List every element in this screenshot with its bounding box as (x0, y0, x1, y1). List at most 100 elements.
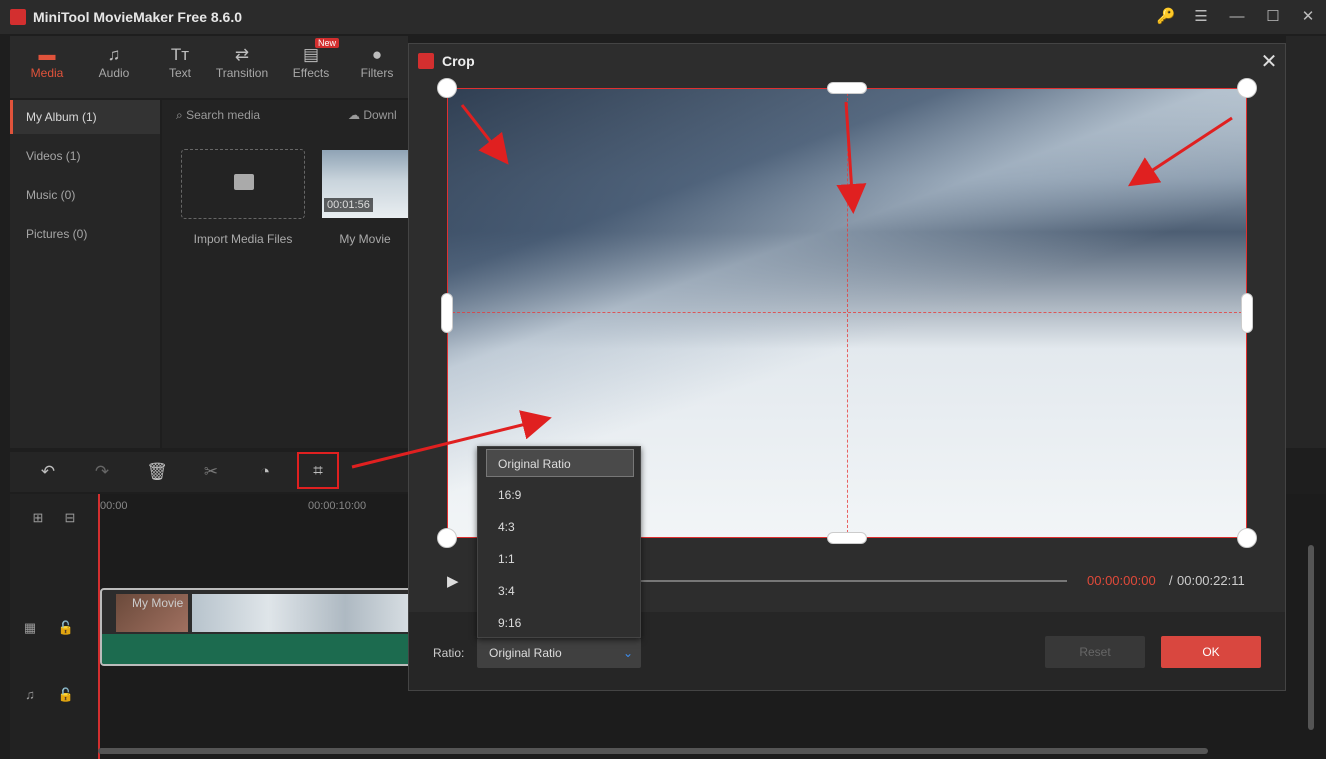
crop-handle-bottom-left[interactable] (437, 528, 457, 548)
playhead[interactable] (98, 494, 100, 759)
track-headers: ⊞ ⊟ ▦ 🔓 ♫ 🔓 (10, 494, 98, 759)
import-media-button[interactable] (181, 149, 305, 219)
key-icon[interactable]: 🔑 (1155, 6, 1177, 28)
timeline-toolbar: ↶ ↷ 🗑 ✂ ◔ ⌗ (10, 452, 408, 492)
tab-label: Transition (215, 66, 269, 80)
tab-media[interactable]: ▬ Media (17, 44, 77, 80)
crop-handle-right[interactable] (1241, 293, 1253, 333)
folder-icon (234, 174, 254, 190)
crop-guide-vertical (847, 88, 848, 538)
tab-text[interactable]: Tт Text (150, 44, 210, 80)
clip-duration: 00:01:56 (324, 198, 373, 212)
tab-label: Text (168, 66, 191, 80)
ruler-label: 00:00:10:00 (308, 500, 367, 512)
crop-icon: ⌗ (313, 461, 323, 480)
sidebar-item-my-album[interactable]: My Album (1) (10, 100, 160, 134)
crop-handle-bottom-right[interactable] (1237, 528, 1257, 548)
close-icon[interactable]: ✕ (1297, 6, 1319, 28)
app-logo-icon (418, 53, 434, 69)
undo-icon[interactable]: ↶ (36, 460, 60, 484)
text-icon: Tт (170, 45, 190, 64)
reset-button[interactable]: Reset (1045, 636, 1145, 668)
ratio-label: Ratio: (433, 646, 465, 660)
download-icon: ☁ (348, 108, 364, 122)
media-thumbnail[interactable]: 00:01:56 (322, 150, 408, 218)
crop-handle-top[interactable] (827, 82, 867, 94)
search-input[interactable]: ⌕ Search media (176, 108, 260, 123)
vertical-scrollbar[interactable] (1308, 545, 1314, 730)
main-toolbar: ▬ Media ♫ Audio Tт Text ⇄ Transition ▤ E… (10, 36, 408, 98)
ratio-option[interactable]: Original Ratio (486, 449, 634, 477)
play-icon[interactable]: ▶ (447, 572, 465, 590)
music-icon: ♫ (25, 687, 35, 702)
app-title: MiniTool MovieMaker Free 8.6.0 (33, 9, 243, 25)
close-icon[interactable]: ✕ (1257, 50, 1281, 74)
clip-frames (192, 594, 418, 632)
filters-icon: ● (371, 45, 383, 64)
current-time: 00:00:00:00 (1087, 573, 1156, 588)
tab-filters[interactable]: ● Filters (347, 44, 407, 80)
sidebar-item-music[interactable]: Music (0) (10, 178, 160, 212)
tab-audio[interactable]: ♫ Audio (84, 44, 144, 80)
tab-effects[interactable]: ▤ Effects New (281, 38, 341, 80)
crop-handle-top-left[interactable] (437, 78, 457, 98)
ratio-dropdown: Original Ratio 16:9 4:3 1:1 3:4 9:16 (477, 446, 641, 638)
import-media-label: Import Media Files (193, 232, 293, 246)
tab-label: Audio (98, 66, 130, 80)
menu-icon[interactable]: ☰ (1190, 6, 1212, 28)
time-separator: / (1169, 573, 1173, 588)
clip-name: My Movie (132, 596, 184, 610)
dialog-title-bar: Crop ✕ (409, 44, 1285, 78)
lock-icon[interactable]: 🔓 (56, 618, 76, 638)
tab-transition[interactable]: ⇄ Transition (212, 44, 272, 80)
properties-panel (1286, 36, 1326, 448)
album-sidebar: My Album (1) Videos (1) Music (0) Pictur… (10, 100, 160, 448)
film-icon: ▦ (23, 620, 37, 635)
remove-track-icon[interactable]: ⊟ (60, 508, 80, 528)
ratio-option[interactable]: 4:3 (486, 513, 634, 541)
new-badge: New (314, 38, 339, 48)
horizontal-scrollbar[interactable] (98, 748, 1208, 754)
ratio-option[interactable]: 1:1 (486, 545, 634, 573)
media-thumbnail-label: My Movie (339, 232, 391, 246)
tab-label: Effects (292, 66, 330, 80)
tab-label: Media (30, 66, 64, 80)
crop-handle-top-right[interactable] (1237, 78, 1257, 98)
ok-button[interactable]: OK (1161, 636, 1261, 668)
dialog-title: Crop (442, 53, 475, 69)
speed-icon[interactable]: ◔ (253, 460, 277, 484)
chevron-down-icon: ⌄ (622, 646, 633, 660)
total-time: 00:00:22:11 (1177, 573, 1245, 588)
ruler-label: 00:00 (100, 500, 128, 512)
playback-progress[interactable] (641, 580, 1067, 582)
ratio-select-value: Original Ratio (489, 646, 562, 660)
tab-label: Filters (360, 66, 394, 80)
sidebar-item-videos[interactable]: Videos (1) (10, 139, 160, 173)
delete-icon[interactable]: 🗑 (145, 460, 169, 484)
app-logo-icon (10, 9, 26, 25)
timeline-clip[interactable]: My Movie (100, 588, 420, 666)
ratio-option[interactable]: 3:4 (486, 577, 634, 605)
redo-icon[interactable]: ↷ (90, 460, 114, 484)
media-icon: ▬ (38, 45, 56, 64)
minimize-icon[interactable]: — (1226, 6, 1248, 28)
add-track-icon[interactable]: ⊞ (28, 508, 48, 528)
ratio-option[interactable]: 16:9 (486, 481, 634, 509)
crop-handle-bottom[interactable] (827, 532, 867, 544)
timeline-ruler[interactable]: 00:00 00:00:10:00 (100, 494, 420, 534)
crop-handle-left[interactable] (441, 293, 453, 333)
transition-icon: ⇄ (234, 45, 250, 64)
title-bar: MiniTool MovieMaker Free 8.6.0 🔑 ☰ — ☐ ✕ (0, 0, 1326, 34)
lock-icon[interactable]: 🔓 (56, 685, 76, 705)
split-icon[interactable]: ✂ (199, 460, 223, 484)
ratio-select[interactable]: Original Ratio ⌄ (477, 638, 641, 668)
audio-waveform (102, 634, 418, 664)
media-library: ⌕ Search media ☁ Downl Import Media File… (162, 100, 408, 448)
search-icon: ⌕ (176, 108, 187, 122)
crop-button[interactable]: ⌗ (297, 452, 339, 489)
ratio-option[interactable]: 9:16 (486, 609, 634, 637)
maximize-icon[interactable]: ☐ (1262, 6, 1284, 28)
download-label: Downl (363, 108, 397, 122)
sidebar-item-pictures[interactable]: Pictures (0) (10, 217, 160, 251)
download-button[interactable]: ☁ Downl (348, 108, 397, 122)
